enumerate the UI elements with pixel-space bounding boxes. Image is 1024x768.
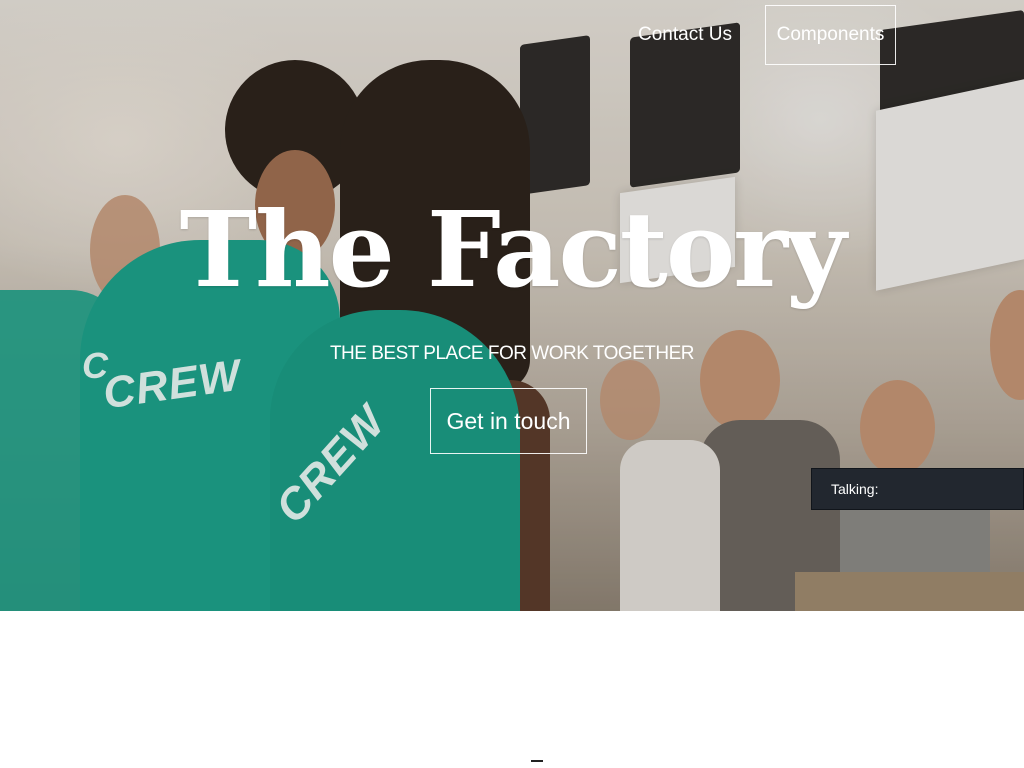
page-title: The Factory [179, 188, 847, 311]
get-in-touch-button[interactable]: Get in touch [430, 388, 587, 454]
section-divider [531, 760, 543, 762]
nav-contact-link[interactable]: Contact Us [638, 24, 732, 46]
nav-components-button[interactable]: Components [765, 5, 896, 65]
hero-section: C CREW CREW Contact Us Components The Fa… [0, 0, 1024, 611]
talking-label: Talking: [831, 481, 879, 497]
hero-tagline: THE BEST PLACE FOR WORK TOGETHER [329, 343, 695, 364]
talking-panel: Talking: [811, 468, 1024, 510]
